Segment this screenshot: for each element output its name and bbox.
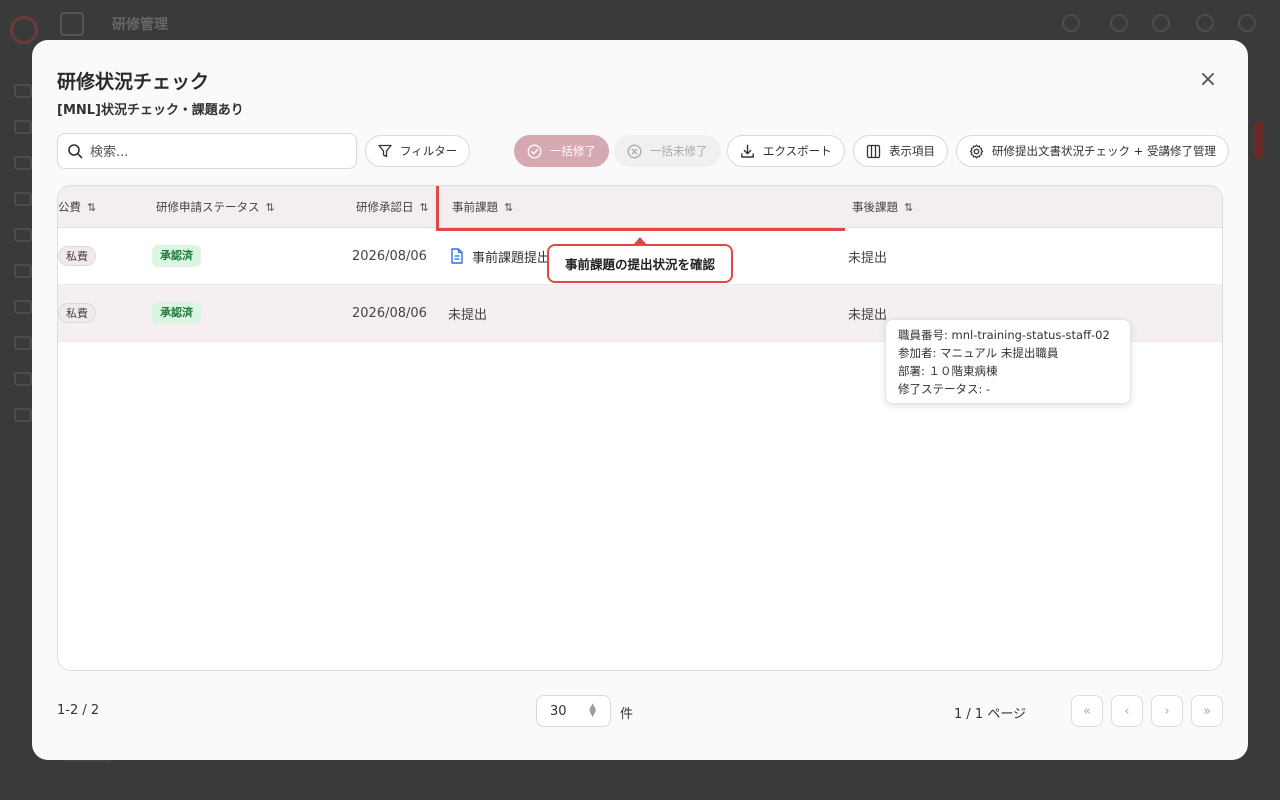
gear-icon xyxy=(969,143,984,159)
app-logo xyxy=(10,16,38,44)
export-button[interactable]: エクスポート xyxy=(727,135,845,167)
pagination-range: 1-2 / 2 xyxy=(57,703,100,718)
background-button xyxy=(1254,122,1264,158)
fee-cell: 私費 xyxy=(58,228,96,284)
header-approval-date-label: 研修承認日 xyxy=(356,200,414,214)
first-page-button[interactable]: « xyxy=(1071,695,1103,727)
nav-icon xyxy=(14,84,32,98)
sort-icon: ⇅ xyxy=(265,200,275,214)
header-post-assignment[interactable]: 事後課題 ⇅ xyxy=(852,186,913,228)
calendar-icon xyxy=(1110,14,1128,32)
next-page-button[interactable]: › xyxy=(1151,695,1183,727)
post-assignment-cell: 未提出 xyxy=(848,307,888,323)
bell-icon xyxy=(1152,14,1170,32)
header-application-status[interactable]: 研修申請ステータス ⇅ xyxy=(156,186,275,228)
search-box xyxy=(57,133,357,169)
bulk-complete-label: 一括修了 xyxy=(550,144,596,158)
status-badge: 承認済 xyxy=(152,245,201,267)
filter-button[interactable]: フィルター xyxy=(365,135,471,167)
header-public-fee[interactable]: 公費 ⇅ xyxy=(58,186,96,228)
pre-assignment-link[interactable]: 事前課題提出 xyxy=(450,247,550,266)
nav-icon xyxy=(14,228,32,242)
sidebar-toggle-icon xyxy=(60,12,84,36)
columns-icon xyxy=(866,144,881,158)
search-icon xyxy=(68,144,83,159)
tooltip-staff-number: 職員番号: mnl-training-status-staff-02 xyxy=(898,328,1110,342)
nav-icon xyxy=(14,408,32,422)
nav-icon xyxy=(14,192,32,206)
page-size-unit: 件 xyxy=(620,707,634,722)
header-pre-assignment[interactable]: 事前課題 ⇅ xyxy=(452,186,513,228)
document-icon xyxy=(451,248,463,264)
nav-icon xyxy=(14,156,32,170)
approval-date-cell: 2026/08/06 xyxy=(352,305,427,321)
modal-title: 研修状況チェック xyxy=(57,71,210,93)
staff-tooltip: 職員番号: mnl-training-status-staff-02 参加者: … xyxy=(885,319,1131,404)
sort-icon: ⇅ xyxy=(419,200,429,214)
modal-subtitle: [MNL]状況チェック・課題あり xyxy=(57,103,244,118)
guide-callout: 事前課題の提出状況を確認 xyxy=(547,244,733,283)
bulk-incomplete-label: 一括未修了 xyxy=(650,144,708,158)
status-cell: 承認済 xyxy=(152,228,201,284)
header-application-status-label: 研修申請ステータス xyxy=(156,200,260,214)
filter-icon xyxy=(378,144,392,158)
settings-icon xyxy=(1238,14,1256,32)
bulk-complete-button[interactable]: 一括修了 xyxy=(514,135,609,167)
manage-button-label: 研修提出文書状況チェック + 受講修了管理 xyxy=(992,144,1216,158)
pre-assignment-cell: 事前課題提出 xyxy=(450,228,550,284)
sort-icon: ⇅ xyxy=(87,200,96,214)
sort-icon: ⇅ xyxy=(904,200,913,214)
page-size-value: 30 xyxy=(550,703,567,719)
close-button[interactable]: × xyxy=(1198,69,1218,91)
approval-date-cell: 2026/08/06 xyxy=(352,248,427,264)
columns-button[interactable]: 表示項目 xyxy=(853,135,948,167)
nav-icon xyxy=(14,336,32,350)
page-size-select[interactable]: 30 ▲ ▼ xyxy=(536,695,611,727)
document-status-manage-button[interactable]: 研修提出文書状況チェック + 受講修了管理 xyxy=(956,135,1229,167)
page-info: 1 / 1 ページ xyxy=(954,707,1027,722)
prev-page-button[interactable]: ‹ xyxy=(1111,695,1143,727)
background-page-title: 研修管理 xyxy=(112,17,168,33)
last-page-button[interactable]: » xyxy=(1191,695,1223,727)
nav-icon xyxy=(14,120,32,134)
tooltip-department: 部署: １０階東病棟 xyxy=(898,364,998,378)
pre-assignment-link-label: 事前課題提出 xyxy=(472,250,551,266)
bulk-incomplete-button[interactable]: 一括未修了 xyxy=(614,135,721,167)
training-status-modal: 研修状況チェック [MNL]状況チェック・課題あり × フィルター 一括修了 xyxy=(32,40,1248,760)
header-approval-date[interactable]: 研修承認日 ⇅ xyxy=(356,186,429,228)
nav-icon xyxy=(14,372,32,386)
columns-button-label: 表示項目 xyxy=(889,144,935,158)
help-icon xyxy=(1196,14,1214,32)
header-pre-assignment-label: 事前課題 xyxy=(452,200,498,214)
status-badge: 承認済 xyxy=(152,302,201,324)
nav-icon xyxy=(14,264,32,278)
fee-cell: 私費 xyxy=(58,285,96,341)
tooltip-participant: 参加者: マニュアル 未提出職員 xyxy=(898,346,1059,360)
updown-chevron-icon: ▲ ▼ xyxy=(589,702,596,719)
check-circle-icon xyxy=(527,144,542,158)
post-assignment-cell: 未提出 xyxy=(848,250,888,266)
download-icon xyxy=(741,144,754,158)
filter-button-label: フィルター xyxy=(400,144,458,158)
search-input[interactable] xyxy=(90,142,348,162)
chat-icon xyxy=(1062,14,1080,32)
sort-icon: ⇅ xyxy=(504,200,513,214)
pre-assignment-cell: 未提出 xyxy=(448,307,488,323)
status-cell: 承認済 xyxy=(152,285,201,341)
header-public-fee-label: 公費 xyxy=(58,200,81,214)
fee-badge: 私費 xyxy=(58,303,96,323)
toolbar: フィルター 一括修了 一括未修了 エクスポート xyxy=(57,133,1229,169)
nav-icon xyxy=(14,300,32,314)
tooltip-completion-status: 修了ステータス: - xyxy=(898,382,991,396)
header-post-assignment-label: 事後課題 xyxy=(852,200,898,214)
x-circle-icon xyxy=(627,144,642,158)
export-button-label: エクスポート xyxy=(763,144,832,158)
fee-badge: 私費 xyxy=(58,246,96,266)
table-header: 公費 ⇅ 研修申請ステータス ⇅ 研修承認日 ⇅ 事前課題 ⇅ 事後課題 ⇅ xyxy=(58,186,1222,228)
